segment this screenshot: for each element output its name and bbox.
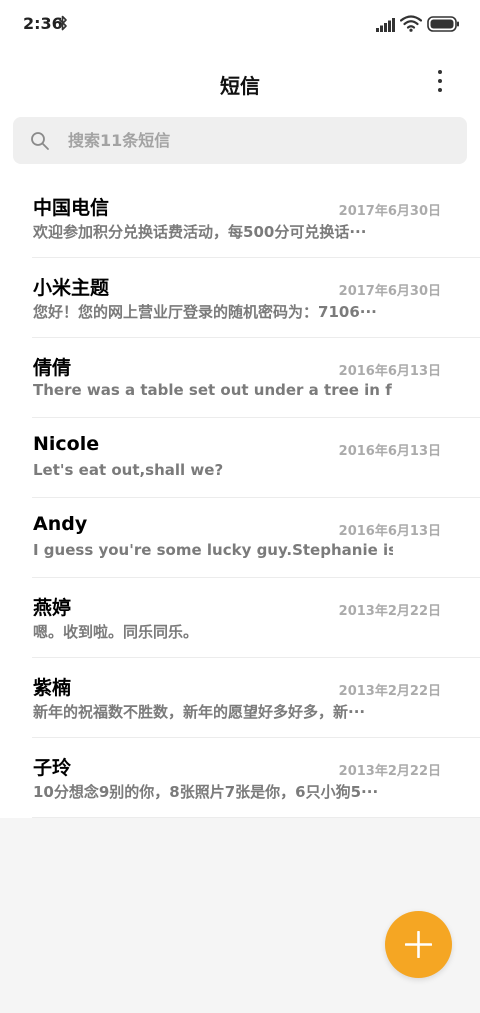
conversation-preview: I guess you're some lucky guy.Stephanie … xyxy=(33,541,393,559)
conversation-name: Andy xyxy=(33,513,88,535)
conversation-preview: 欢迎参加积分兑换话费活动，每500分可兑换话··· xyxy=(33,223,367,241)
more-vertical-icon-dot xyxy=(438,88,442,92)
wifi-icon xyxy=(399,15,423,36)
conversation-item[interactable]: 小米主题 2017年6月30日 您好！您的网上营业厅登录的随机密码为：7106·… xyxy=(0,258,480,338)
status-bar: 2:36 xyxy=(0,0,480,50)
bluetooth-icon xyxy=(58,15,68,35)
conversation-name: 紫楠 xyxy=(33,677,72,699)
conversation-name: 子玲 xyxy=(33,757,72,779)
more-options-button[interactable] xyxy=(428,70,452,96)
conversation-date: 2017年6月30日 xyxy=(338,284,441,299)
divider xyxy=(32,817,480,818)
search-section: 搜索11条短信 xyxy=(0,112,480,179)
conversation-preview: 新年的祝福数不胜数，新年的愿望好多好多，新··· xyxy=(33,703,366,721)
conversation-name: 燕婷 xyxy=(33,597,72,619)
conversation-item[interactable]: 燕婷 2013年2月22日 嗯。收到啦。同乐同乐。 xyxy=(0,578,480,658)
plus-icon xyxy=(405,931,432,958)
search-input[interactable]: 搜索11条短信 xyxy=(68,117,170,164)
conversation-item[interactable]: 倩倩 2016年6月13日 There was a table set out … xyxy=(0,338,480,418)
conversation-preview: 嗯。收到啦。同乐同乐。 xyxy=(33,623,199,641)
conversation-date: 2013年2月22日 xyxy=(338,684,441,699)
more-vertical-icon xyxy=(438,70,442,74)
conversation-date: 2016年6月13日 xyxy=(338,444,441,459)
battery-icon xyxy=(427,16,459,36)
search-icon xyxy=(30,131,50,155)
conversation-name: 小米主题 xyxy=(33,277,110,299)
page-title: 短信 xyxy=(220,74,260,98)
status-time: 2:36 xyxy=(23,14,63,33)
conversation-name: 中国电信 xyxy=(33,197,110,219)
conversation-item[interactable]: Nicole 2016年6月13日 Let's eat out,shall we… xyxy=(0,418,480,498)
conversation-date: 2013年2月22日 xyxy=(338,604,441,619)
conversation-preview: 10分想念9别的你，8张照片7张是你，6只小狗5··· xyxy=(33,783,379,801)
conversation-item[interactable]: 紫楠 2013年2月22日 新年的祝福数不胜数，新年的愿望好多好多，新··· xyxy=(0,658,480,738)
conversation-date: 2013年2月22日 xyxy=(338,764,441,779)
conversation-date: 2016年6月13日 xyxy=(338,524,441,539)
conversation-list: 中国电信 2017年6月30日 欢迎参加积分兑换话费活动，每500分可兑换话··… xyxy=(0,178,480,818)
conversation-date: 2017年6月30日 xyxy=(338,204,441,219)
conversation-preview: Let's eat out,shall we? xyxy=(33,461,224,479)
conversation-item[interactable]: Andy 2016年6月13日 I guess you're some luck… xyxy=(0,498,480,578)
signal-icon xyxy=(376,17,396,36)
search-bar[interactable]: 搜索11条短信 xyxy=(13,117,467,164)
conversation-preview: 您好！您的网上营业厅登录的随机密码为：7106··· xyxy=(33,303,377,321)
new-message-button[interactable] xyxy=(385,911,452,978)
more-vertical-icon-dot xyxy=(438,79,442,83)
conversation-date: 2016年6月13日 xyxy=(338,364,441,379)
conversation-name: Nicole xyxy=(33,433,100,455)
conversation-name: 倩倩 xyxy=(33,357,72,379)
conversation-preview: There was a table set out under a tree i… xyxy=(33,381,393,399)
app-header: 短信 xyxy=(0,50,480,112)
conversation-item[interactable]: 子玲 2013年2月22日 10分想念9别的你，8张照片7张是你，6只小狗5··… xyxy=(0,738,480,818)
conversation-item[interactable]: 中国电信 2017年6月30日 欢迎参加积分兑换话费活动，每500分可兑换话··… xyxy=(0,178,480,258)
